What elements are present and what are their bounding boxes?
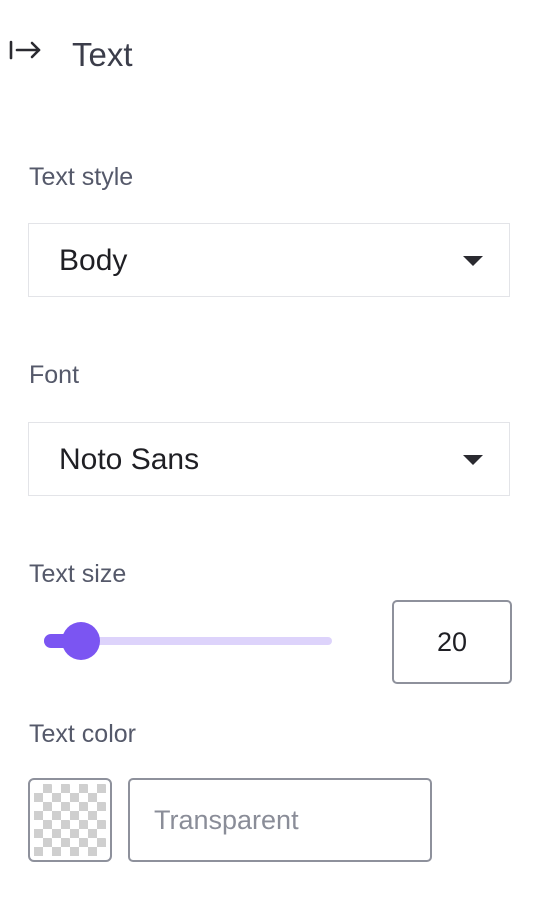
text-color-input[interactable] xyxy=(128,778,432,862)
text-size-field[interactable] xyxy=(394,602,510,682)
panel-title: Text xyxy=(72,36,133,73)
transparent-checkerboard-icon xyxy=(34,784,106,856)
slider-thumb[interactable] xyxy=(62,622,100,660)
text-color-label: Text color xyxy=(29,720,136,748)
collapse-panel-button[interactable] xyxy=(6,36,46,68)
arrow-right-to-bar-icon xyxy=(9,40,41,60)
text-style-select[interactable]: Body xyxy=(28,223,510,297)
text-size-input[interactable] xyxy=(392,600,512,684)
panel-header: Text xyxy=(0,28,538,82)
text-size-label: Text size xyxy=(29,560,127,588)
font-select[interactable]: Noto Sans xyxy=(28,422,510,496)
font-label: Font xyxy=(29,361,80,389)
font-value: Noto Sans xyxy=(59,443,200,476)
text-color-field[interactable] xyxy=(130,780,430,860)
text-size-slider[interactable] xyxy=(44,620,334,664)
chevron-down-icon xyxy=(463,256,483,266)
text-style-label: Text style xyxy=(29,163,134,191)
text-style-value: Body xyxy=(59,244,128,277)
color-swatch-button[interactable] xyxy=(28,778,112,862)
chevron-down-icon xyxy=(463,455,483,465)
